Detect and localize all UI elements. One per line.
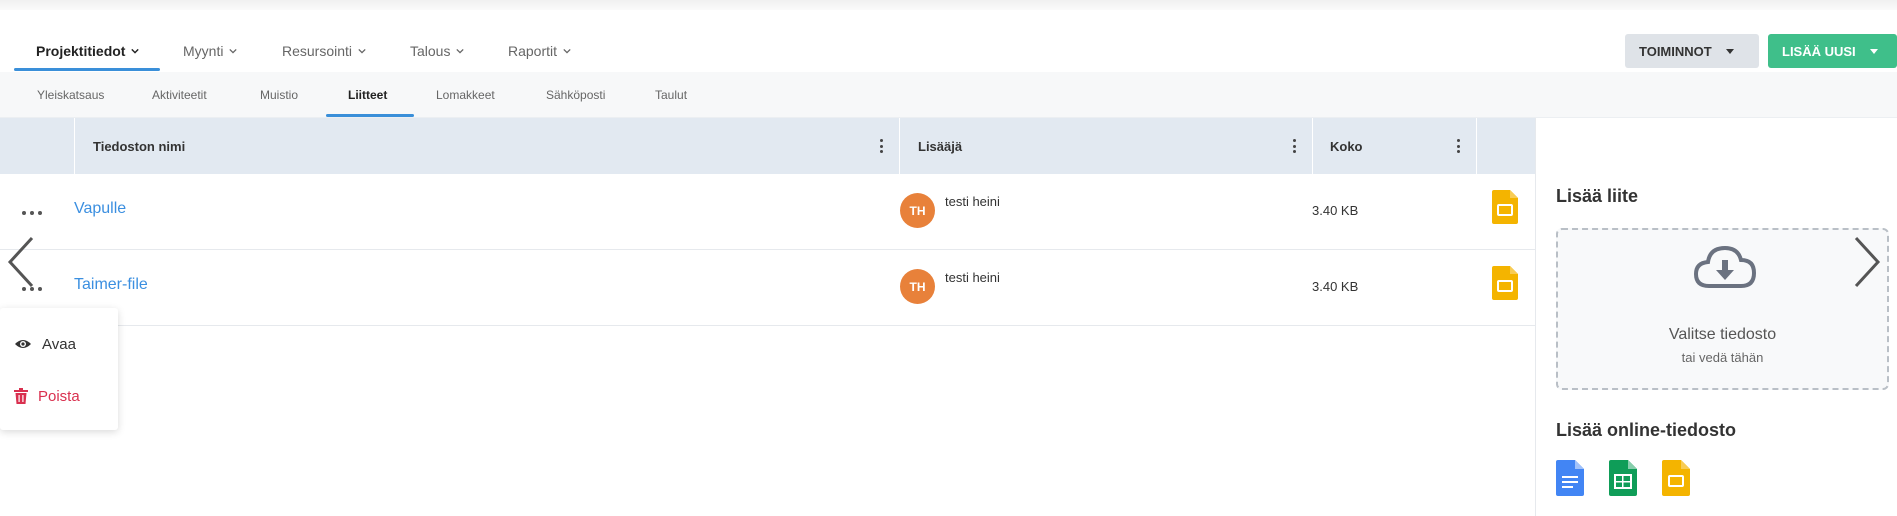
google-docs-icon[interactable]: [1556, 460, 1584, 496]
menu-item-delete[interactable]: Poista: [14, 386, 80, 406]
google-slides-icon[interactable]: [1492, 190, 1518, 224]
chevron-down-icon: [229, 48, 238, 54]
caret-down-icon: [1869, 48, 1878, 54]
main-nav-item-resursointi[interactable]: Resursointi: [282, 40, 366, 62]
tab-yleiskatsaus[interactable]: Yleiskatsaus: [37, 88, 104, 102]
google-slides-icon[interactable]: [1492, 266, 1518, 300]
sub-tabs: Yleiskatsaus Aktiviteetit Muistio Liitte…: [0, 72, 1897, 118]
main-nav-item-talous[interactable]: Talous: [410, 40, 465, 62]
drop-zone-subtitle: tai vedä tähän: [1681, 350, 1764, 365]
main-nav-label: Projektitiedot: [36, 43, 126, 59]
column-divider[interactable]: [1312, 118, 1313, 174]
cloud-download-icon: [1694, 245, 1756, 288]
avatar: TH: [900, 269, 935, 304]
top-shade: [0, 0, 1897, 10]
column-menu-icon[interactable]: [1456, 139, 1460, 153]
chevron-down-icon: [563, 48, 571, 54]
tab-sahkoposti[interactable]: Sähköposti: [546, 88, 605, 102]
avatar: TH: [900, 193, 935, 228]
main-nav-active-indicator: [14, 68, 160, 71]
next-arrow-icon[interactable]: [1852, 236, 1882, 288]
file-size: 3.40 KB: [1312, 203, 1359, 218]
column-divider: [74, 118, 75, 174]
added-by-name: testi heini: [945, 194, 1000, 209]
google-slides-icon[interactable]: [1662, 460, 1690, 496]
eye-icon: [15, 340, 31, 348]
table-header: Tiedoston nimi Lisääjä Koko: [0, 118, 1535, 174]
attachment-panel: Lisää liite Valitse tiedosto tai vedä tä…: [1535, 118, 1897, 516]
added-by-name: testi heini: [945, 270, 1000, 285]
chevron-down-icon: [456, 48, 465, 54]
header-size[interactable]: Koko: [1330, 118, 1363, 174]
main-nav-label: Talous: [410, 43, 451, 59]
file-name-link[interactable]: Taimer-file: [74, 276, 148, 294]
actions-button-label: TOIMINNOT: [1639, 43, 1712, 59]
row-context-menu: Avaa Poista: [0, 308, 118, 430]
menu-item-open[interactable]: Avaa: [14, 334, 76, 354]
column-divider[interactable]: [899, 118, 900, 174]
table-row: Taimer-file TH testi heini 3.40 KB: [0, 250, 1535, 326]
tab-lomakkeet[interactable]: Lomakkeet: [436, 88, 495, 102]
menu-item-delete-label: Poista: [38, 387, 80, 405]
header-added-by[interactable]: Lisääjä: [918, 118, 962, 174]
column-divider[interactable]: [1476, 118, 1477, 174]
tab-liitteet[interactable]: Liitteet: [348, 88, 387, 102]
sub-tab-active-indicator: [326, 114, 414, 117]
drop-zone-title: Valitse tiedosto: [1668, 326, 1777, 343]
trash-icon: [14, 388, 28, 404]
main-nav-label: Raportit: [508, 43, 558, 59]
table-row: Vapulle TH testi heini 3.40 KB: [0, 174, 1535, 250]
file-drop-zone[interactable]: Valitse tiedosto tai vedä tähän: [1556, 228, 1889, 390]
row-actions-icon[interactable]: [22, 210, 42, 216]
header-file-name[interactable]: Tiedoston nimi: [93, 118, 185, 174]
chevron-down-icon: [358, 48, 366, 54]
add-online-file-title: Lisää online-tiedosto: [1556, 420, 1737, 440]
add-new-button[interactable]: LISÄÄ UUSI: [1768, 34, 1897, 68]
column-menu-icon[interactable]: [1292, 139, 1296, 153]
menu-item-open-label: Avaa: [42, 335, 76, 353]
actions-button[interactable]: TOIMINNOT: [1625, 34, 1759, 68]
previous-arrow-icon[interactable]: [6, 236, 36, 288]
main-nav-label: Resursointi: [282, 43, 353, 59]
caret-down-icon: [1725, 48, 1734, 54]
add-attachment-title: Lisää liite: [1556, 186, 1639, 206]
column-menu-icon[interactable]: [879, 139, 883, 153]
tab-taulut[interactable]: Taulut: [655, 88, 687, 102]
chevron-down-icon: [131, 48, 140, 54]
main-nav-item-projektitiedot[interactable]: Projektitiedot: [36, 40, 140, 62]
add-new-button-label: LISÄÄ UUSI: [1782, 43, 1856, 59]
file-size: 3.40 KB: [1312, 279, 1359, 294]
file-name-link[interactable]: Vapulle: [74, 200, 126, 218]
main-nav-item-raportit[interactable]: Raportit: [508, 40, 571, 62]
main-nav-label: Myynti: [183, 43, 224, 59]
main-nav-item-myynti[interactable]: Myynti: [183, 40, 238, 62]
tab-aktiviteetit[interactable]: Aktiviteetit: [152, 88, 207, 102]
google-sheets-icon[interactable]: [1609, 460, 1637, 496]
main-nav: Projektitiedot Myynti Resursointi Talous…: [0, 10, 1897, 72]
tab-muistio[interactable]: Muistio: [260, 88, 298, 102]
